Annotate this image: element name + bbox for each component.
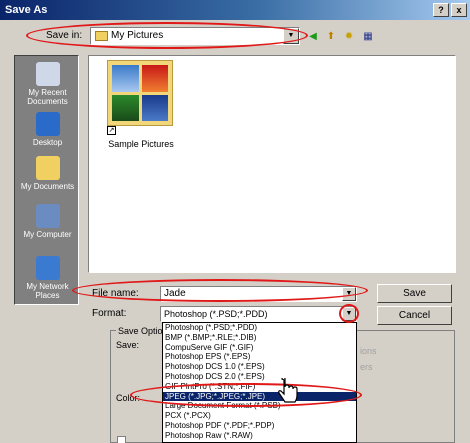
thumbnail-image bbox=[112, 65, 139, 92]
thumbnail-image bbox=[141, 65, 168, 92]
back-icon[interactable]: ◀ bbox=[305, 29, 321, 44]
format-option[interactable]: Photoshop EPS (*.EPS) bbox=[163, 352, 356, 362]
save-in-label: Save in: bbox=[46, 30, 83, 41]
chevron-down-icon[interactable]: ▼ bbox=[342, 307, 356, 321]
save-button[interactable]: Save bbox=[377, 284, 452, 303]
my-documents-icon bbox=[35, 156, 60, 180]
format-option[interactable]: BMP (*.BMP;*.RLE;*.DIB) bbox=[163, 333, 356, 343]
cancel-button[interactable]: Cancel bbox=[377, 306, 452, 325]
place-recent[interactable]: My Recent Documents bbox=[15, 62, 80, 106]
place-desktop[interactable]: Desktop bbox=[15, 112, 80, 147]
option-checkbox[interactable] bbox=[117, 436, 126, 443]
up-folder-icon[interactable]: ⬆ bbox=[323, 29, 339, 44]
format-option[interactable]: Photoshop Raw (*.RAW) bbox=[163, 431, 356, 441]
color-label: Color: bbox=[116, 393, 141, 403]
save-label: Save: bbox=[116, 340, 140, 350]
greyed-option-text: ions bbox=[360, 346, 377, 356]
place-label: My Network Places bbox=[26, 282, 69, 300]
shortcut-arrow-icon: ↗ bbox=[107, 126, 116, 135]
folder-icon bbox=[95, 31, 108, 41]
place-my-computer[interactable]: My Computer bbox=[15, 204, 80, 239]
format-label: Format: bbox=[92, 308, 127, 319]
file-label: Sample Pictures bbox=[108, 139, 174, 149]
file-list[interactable]: ↗ Sample Pictures bbox=[88, 55, 456, 273]
close-button[interactable]: x bbox=[451, 3, 467, 17]
network-places-icon bbox=[35, 256, 60, 280]
format-value: Photoshop (*.PSD;*.PDD) bbox=[164, 309, 268, 319]
format-option[interactable]: Photoshop DCS 1.0 (*.EPS) bbox=[163, 362, 356, 372]
save-in-dropdown[interactable]: My Pictures ▼ bbox=[90, 27, 300, 45]
format-option[interactable]: Photoshop DCS 2.0 (*.EPS) bbox=[163, 372, 356, 382]
chevron-down-icon[interactable]: ▼ bbox=[342, 287, 356, 301]
format-option[interactable]: JPEG (*.JPG;*.JPEG;*.JPE) bbox=[163, 391, 356, 402]
save-as-dialog: Save As ? x Save in: My Pictures ▼ ◀ ⬆ ✹… bbox=[0, 0, 470, 443]
format-option[interactable]: CompuServe GIF (*.GIF) bbox=[163, 343, 356, 353]
place-label: My Computer bbox=[23, 230, 72, 239]
format-option[interactable]: Photoshop (*.PSD;*.PDD) bbox=[163, 323, 356, 333]
new-folder-icon[interactable]: ✹ bbox=[341, 29, 357, 44]
window-title: Save As bbox=[5, 4, 48, 16]
file-name-input[interactable]: Jade ▼ bbox=[160, 286, 357, 302]
file-name-value: Jade bbox=[164, 288, 186, 299]
chevron-down-icon[interactable]: ▼ bbox=[283, 28, 299, 44]
place-label: My Documents bbox=[20, 182, 75, 191]
thumbnail-image bbox=[141, 94, 168, 121]
place-my-documents[interactable]: My Documents bbox=[15, 156, 80, 191]
places-bar: My Recent Documents Desktop My Documents… bbox=[14, 55, 79, 305]
title-bar[interactable]: Save As ? x bbox=[0, 0, 470, 20]
my-computer-icon bbox=[35, 204, 60, 228]
place-label: My Recent Documents bbox=[27, 88, 68, 106]
format-option[interactable]: Photoshop PDF (*.PDF;*.PDP) bbox=[163, 421, 356, 431]
file-name-label: File name: bbox=[92, 288, 139, 299]
greyed-option-text: ers bbox=[360, 362, 373, 372]
place-network[interactable]: My Network Places bbox=[15, 256, 80, 300]
format-option[interactable]: PCX (*.PCX) bbox=[163, 411, 356, 421]
place-label: Desktop bbox=[32, 138, 63, 147]
format-option[interactable]: Large Document Format (*.PSB) bbox=[163, 401, 356, 411]
format-dropdown-list[interactable]: Photoshop (*.PSD;*.PDD) BMP (*.BMP;*.RLE;… bbox=[162, 322, 357, 443]
thumbnail-image bbox=[112, 94, 139, 121]
save-in-value: My Pictures bbox=[111, 30, 164, 41]
views-menu-icon[interactable]: ▦ bbox=[360, 29, 376, 44]
recent-documents-icon bbox=[35, 62, 60, 86]
desktop-icon bbox=[35, 112, 60, 136]
help-button[interactable]: ? bbox=[433, 3, 449, 17]
format-option[interactable]: GIF PlntPro (*.STN;*.FIF) bbox=[163, 382, 356, 392]
folder-sample-pictures[interactable] bbox=[107, 60, 173, 126]
format-dropdown[interactable]: Photoshop (*.PSD;*.PDD) ▼ bbox=[160, 306, 357, 322]
